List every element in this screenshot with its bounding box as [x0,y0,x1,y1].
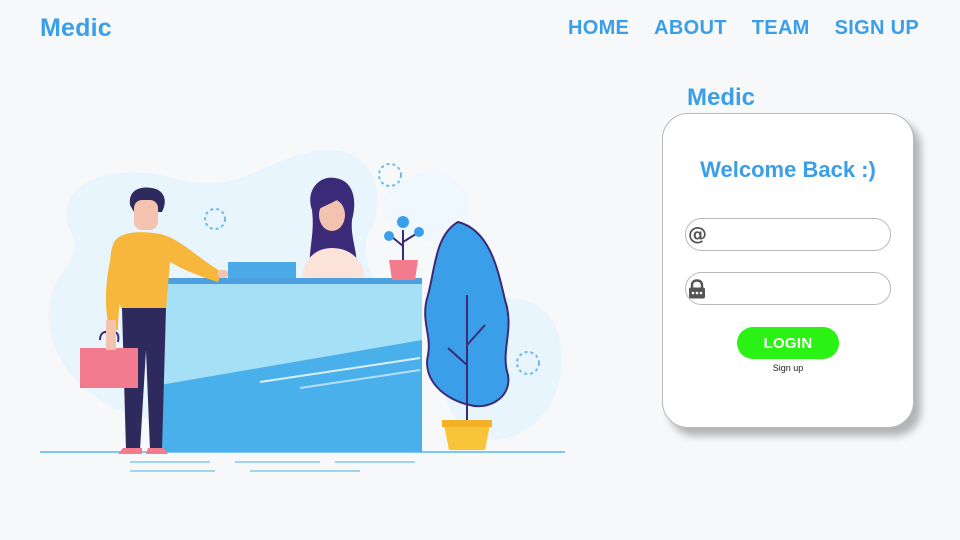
password-input[interactable] [706,273,894,304]
login-card: Welcome Back :) @ LOGIN Sign up [662,113,914,428]
lock-icon [688,278,706,299]
password-field[interactable] [685,272,894,305]
signup-link[interactable]: Sign up [663,363,913,373]
nav-about[interactable]: ABOUT [654,17,727,40]
welcome-heading: Welcome Back :) [700,157,876,182]
dotted-circle-decoration [378,163,402,187]
nav-home[interactable]: HOME [568,17,629,40]
email-field[interactable]: @ [685,218,895,251]
brand-logo[interactable]: Medic [40,14,112,43]
at-icon: @ [688,223,707,245]
nav-team[interactable]: TEAM [752,17,810,40]
reception-illustration [40,149,565,472]
login-brand: Medic [687,84,756,111]
login-button[interactable]: LOGIN [737,327,839,359]
nav-signup[interactable]: SIGN UP [835,17,919,40]
email-input[interactable] [707,219,895,250]
main-nav: HOME ABOUT TEAM SIGN UP [568,17,919,40]
reception-desk [160,262,422,452]
